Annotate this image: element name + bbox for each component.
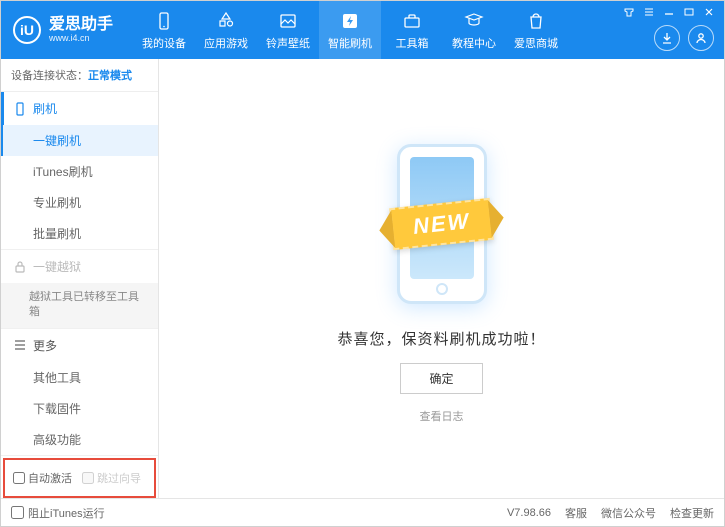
download-button[interactable] [654, 25, 680, 51]
top-nav: 我的设备 应用游戏 铃声壁纸 智能刷机 工具箱 教程中心 [133, 1, 567, 59]
skip-setup-checkbox[interactable]: 跳过向导 [82, 470, 141, 486]
sidebar: 设备连接状态：正常模式 刷机 一键刷机 iTunes刷机 专业刷机 批量刷机 一… [1, 59, 159, 498]
footer: 阻止iTunes运行 V7.98.66 客服 微信公众号 检查更新 [1, 498, 724, 526]
footer-wechat-link[interactable]: 微信公众号 [601, 505, 656, 521]
sidebar-section-jailbreak: 一键越狱 [1, 250, 158, 283]
phone-icon [13, 102, 27, 116]
nav-apps-games[interactable]: 应用游戏 [195, 1, 257, 59]
success-message: 恭喜您，保资料刷机成功啦！ [337, 328, 545, 349]
auto-activate-checkbox[interactable]: 自动激活 [13, 470, 72, 486]
ok-button[interactable]: 确定 [400, 363, 482, 394]
sidebar-item-download-firmware[interactable]: 下载固件 [1, 393, 158, 424]
sidebar-item-other-tools[interactable]: 其他工具 [1, 362, 158, 393]
flash-icon [339, 10, 361, 32]
options-highlighted-box: 自动激活 跳过向导 [3, 458, 156, 498]
sidebar-item-oneclick-flash[interactable]: 一键刷机 [1, 125, 158, 156]
lock-icon [13, 260, 27, 274]
menu-button[interactable] [640, 5, 658, 19]
close-button[interactable] [700, 5, 718, 19]
store-icon [525, 10, 547, 32]
nav-my-device[interactable]: 我的设备 [133, 1, 195, 59]
nav-tutorials[interactable]: 教程中心 [443, 1, 505, 59]
sidebar-item-advanced[interactable]: 高级功能 [1, 424, 158, 455]
minimize-button[interactable] [660, 5, 678, 19]
logo-icon: iU [13, 16, 41, 44]
maximize-button[interactable] [680, 5, 698, 19]
jailbreak-moved-note: 越狱工具已转移至工具箱 [1, 283, 158, 328]
sidebar-item-batch-flash[interactable]: 批量刷机 [1, 218, 158, 249]
titlebar: iU 爱思助手 www.i4.cn 我的设备 应用游戏 铃声壁纸 智能刷机 [1, 1, 724, 59]
more-icon [13, 338, 27, 352]
tutorial-icon [463, 10, 485, 32]
toolbox-icon [401, 10, 423, 32]
nav-toolbox[interactable]: 工具箱 [381, 1, 443, 59]
footer-support-link[interactable]: 客服 [565, 505, 587, 521]
nav-ringtones[interactable]: 铃声壁纸 [257, 1, 319, 59]
app-title: 爱思助手 [49, 16, 113, 34]
app-url: www.i4.cn [49, 34, 113, 44]
main-content: NEW 恭喜您，保资料刷机成功啦！ 确定 查看日志 [159, 59, 724, 498]
wallpaper-icon [277, 10, 299, 32]
nav-smart-flash[interactable]: 智能刷机 [319, 1, 381, 59]
connection-status: 设备连接状态：正常模式 [1, 59, 158, 92]
sidebar-section-more[interactable]: 更多 [1, 329, 158, 362]
sidebar-item-itunes-flash[interactable]: iTunes刷机 [1, 156, 158, 187]
success-illustration: NEW [352, 134, 532, 314]
apps-icon [215, 10, 237, 32]
user-button[interactable] [688, 25, 714, 51]
sidebar-item-pro-flash[interactable]: 专业刷机 [1, 187, 158, 218]
nav-store[interactable]: 爱思商城 [505, 1, 567, 59]
view-log-link[interactable]: 查看日志 [420, 408, 464, 424]
version-label: V7.98.66 [507, 507, 551, 519]
window-controls [620, 5, 718, 19]
logo: iU 爱思助手 www.i4.cn [13, 16, 113, 44]
skin-button[interactable] [620, 5, 638, 19]
footer-update-link[interactable]: 检查更新 [670, 505, 714, 521]
device-icon [153, 10, 175, 32]
sidebar-section-flash[interactable]: 刷机 [1, 92, 158, 125]
block-itunes-checkbox[interactable]: 阻止iTunes运行 [11, 505, 105, 521]
